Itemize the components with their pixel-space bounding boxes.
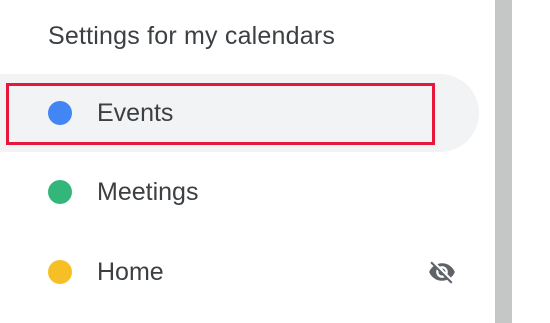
section-title: Settings for my calendars <box>48 22 336 50</box>
calendar-item-label: Meetings <box>97 178 199 206</box>
scrollbar[interactable] <box>495 0 512 323</box>
calendar-item-events[interactable]: Events <box>0 74 479 152</box>
visibility-off-icon[interactable] <box>425 258 459 286</box>
calendar-item-home[interactable]: Home <box>0 233 479 311</box>
calendar-item-label: Home <box>97 258 164 286</box>
settings-sidebar: Settings for my calendars Events Meeting… <box>0 0 495 323</box>
calendar-item-label: Events <box>97 99 174 127</box>
calendar-color-dot <box>48 101 72 125</box>
right-gutter <box>512 0 550 323</box>
calendar-color-dot <box>48 260 72 284</box>
calendar-color-dot <box>48 180 72 204</box>
calendar-item-meetings[interactable]: Meetings <box>0 153 479 231</box>
